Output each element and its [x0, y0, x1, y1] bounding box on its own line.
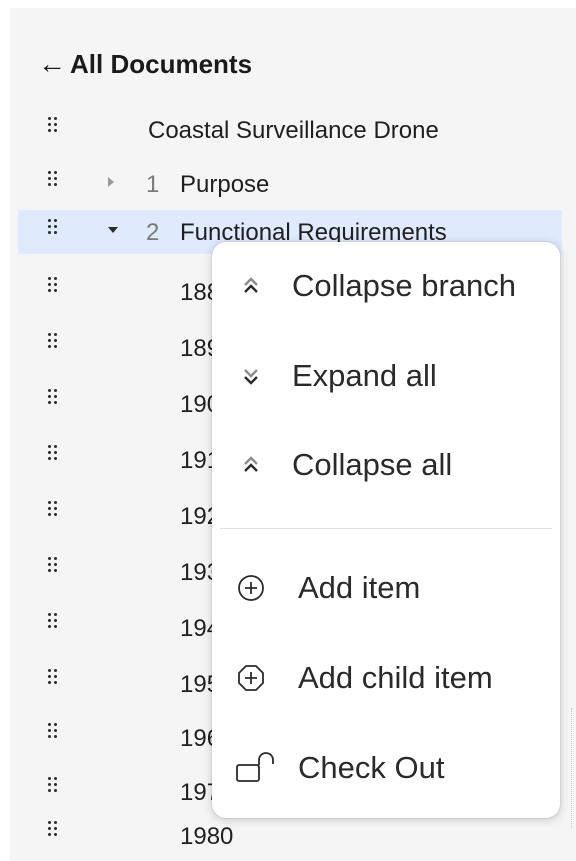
- drag-handle-icon[interactable]: [48, 333, 62, 351]
- section-number: 2: [146, 219, 160, 246]
- plus-circle-icon: [236, 573, 266, 603]
- tree-row-requirement[interactable]: 1980: [18, 812, 562, 856]
- document-title: Coastal Surveillance Drone: [148, 117, 439, 144]
- scrollbar[interactable]: [571, 708, 576, 828]
- drag-handle-icon[interactable]: [48, 171, 62, 189]
- requirement-id: 1980: [180, 823, 234, 850]
- section-number: 1: [146, 171, 160, 198]
- menu-item-collapse-all[interactable]: Collapse all: [212, 435, 560, 495]
- menu-item-check-out[interactable]: Check Out: [212, 738, 560, 798]
- drag-handle-icon[interactable]: [48, 821, 62, 839]
- menu-item-collapse-branch[interactable]: Collapse branch: [212, 256, 560, 316]
- tree-row-document[interactable]: Coastal Surveillance Drone: [18, 108, 562, 152]
- drag-handle-icon[interactable]: [48, 777, 62, 795]
- drag-handle-icon[interactable]: [48, 723, 62, 741]
- menu-item-label: Collapse branch: [292, 268, 517, 303]
- unlocked-lock-icon: [234, 752, 280, 783]
- menu-divider: [220, 528, 552, 529]
- double-chevron-up-icon: [236, 450, 266, 480]
- drag-handle-icon[interactable]: [48, 613, 62, 631]
- tree-row-section[interactable]: 1 Purpose: [18, 162, 562, 206]
- drag-handle-icon[interactable]: [48, 277, 62, 295]
- context-menu: Collapse branch Expand all Collapse all …: [212, 242, 560, 818]
- drag-handle-icon[interactable]: [48, 219, 62, 237]
- menu-item-label: Expand all: [292, 358, 437, 393]
- drag-handle-icon[interactable]: [48, 501, 62, 519]
- menu-item-add-item[interactable]: Add item: [212, 558, 560, 618]
- plus-octagon-icon: [236, 663, 266, 693]
- collapse-caret-icon[interactable]: [108, 224, 118, 236]
- back-link-label: All Documents: [70, 48, 253, 79]
- back-to-all-documents-link[interactable]: ← All Documents: [38, 46, 252, 82]
- menu-item-label: Add item: [298, 570, 421, 605]
- drag-handle-icon[interactable]: [48, 445, 62, 463]
- double-chevron-up-icon: [236, 271, 266, 301]
- drag-handle-icon[interactable]: [48, 557, 62, 575]
- section-label: Purpose: [180, 171, 270, 198]
- drag-handle-icon[interactable]: [48, 669, 62, 687]
- menu-item-label: Add child item: [298, 660, 493, 695]
- drag-handle-icon[interactable]: [48, 389, 62, 407]
- menu-item-add-child-item[interactable]: Add child item: [212, 648, 560, 708]
- menu-item-label: Collapse all: [292, 447, 453, 482]
- double-chevron-down-icon: [236, 361, 266, 391]
- menu-item-label: Check Out: [298, 750, 445, 785]
- expand-caret-icon[interactable]: [108, 176, 118, 188]
- drag-handle-icon[interactable]: [48, 117, 62, 135]
- menu-item-expand-all[interactable]: Expand all: [212, 346, 560, 406]
- back-arrow-icon: ←: [38, 48, 66, 79]
